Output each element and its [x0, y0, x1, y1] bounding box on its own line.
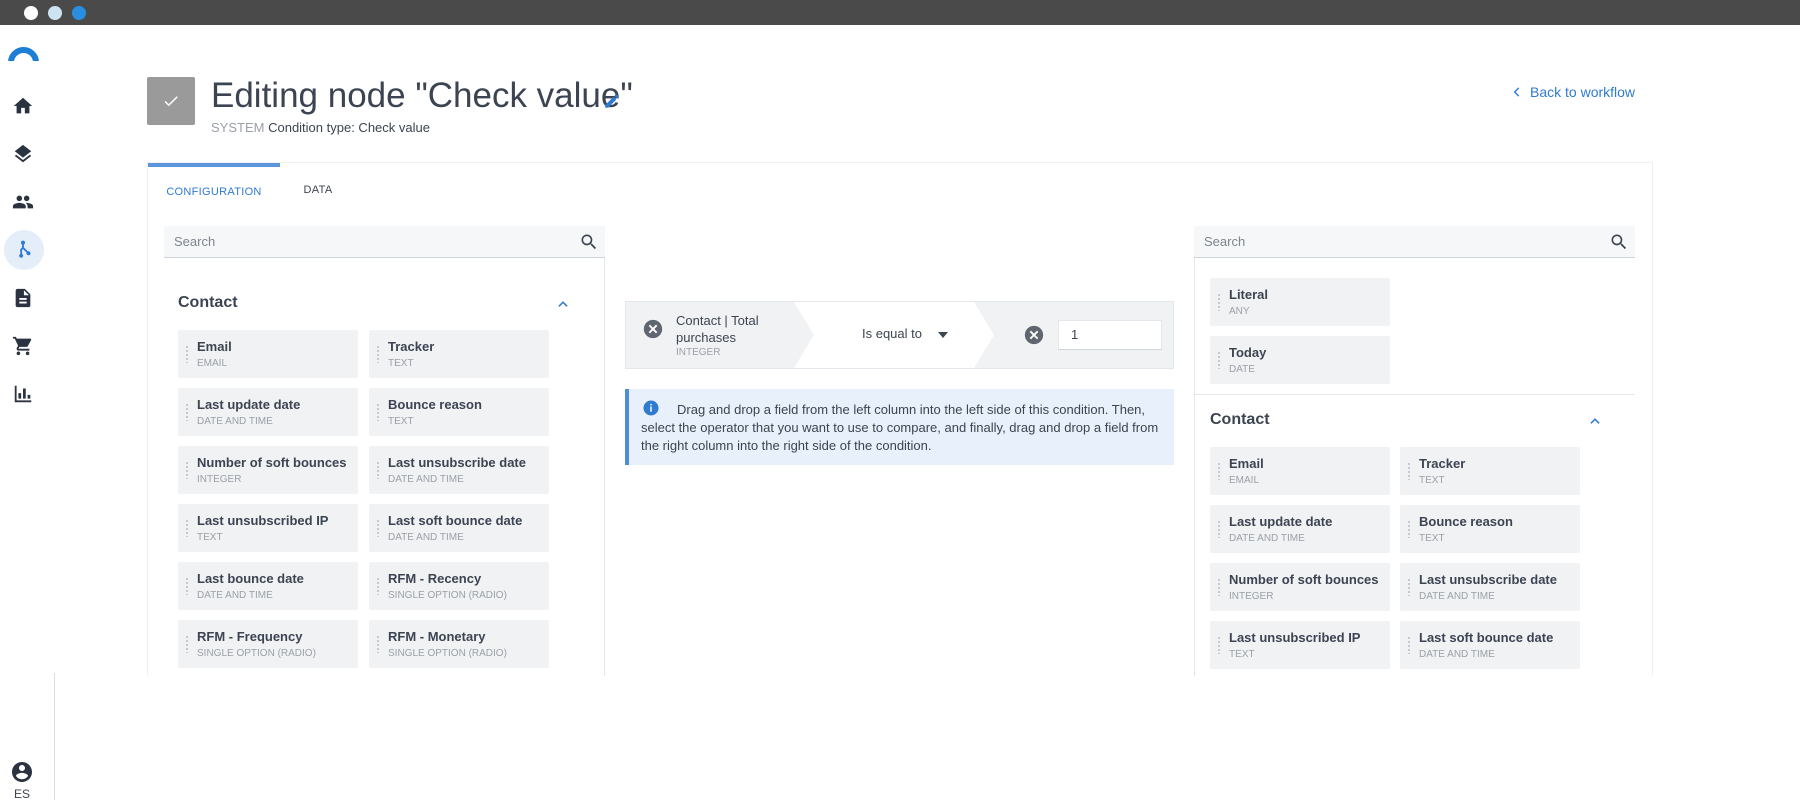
user-menu[interactable]: ES — [9, 760, 35, 801]
layers-icon — [14, 144, 32, 163]
field-card-today[interactable]: Today DATE — [1210, 336, 1390, 384]
user-icon — [12, 762, 32, 782]
right-search-input[interactable] — [1194, 226, 1635, 257]
left-section-title: Contact — [178, 294, 238, 311]
condition-row: Contact | Total purchases INTEGER Is equ… — [625, 301, 1174, 369]
node-subtitle: SYSTEM Condition type: Check value — [211, 120, 430, 135]
window-minimize-dot[interactable] — [48, 6, 62, 20]
search-icon[interactable] — [579, 232, 599, 252]
workflow-icon — [19, 240, 31, 258]
clear-icon[interactable] — [642, 318, 664, 340]
field-card[interactable]: Last unsubscribed IP TEXT — [178, 504, 358, 552]
tab-data[interactable]: DATA — [280, 163, 356, 217]
field-card[interactable]: RFM - Recency SINGLE OPTION (RADIO) — [369, 562, 549, 610]
system-label: SYSTEM — [211, 120, 265, 135]
back-link-label: Back to workflow — [1530, 84, 1636, 100]
field-card[interactable]: Number of soft bounces INTEGER — [178, 446, 358, 494]
field-card[interactable]: Bounce reason TEXT — [369, 388, 549, 436]
field-card[interactable]: Tracker TEXT — [1400, 447, 1580, 495]
field-card[interactable]: Last bounce date DATE AND TIME — [178, 562, 358, 610]
field-card[interactable]: Last unsubscribe date DATE AND TIME — [1400, 563, 1580, 611]
people-icon — [12, 195, 34, 209]
nav-reports[interactable] — [0, 372, 46, 416]
home-icon — [13, 97, 33, 114]
field-card[interactable]: Email EMAIL — [178, 330, 358, 378]
nav-contacts[interactable] — [0, 180, 46, 224]
window-close-dot[interactable] — [24, 6, 38, 20]
field-card[interactable]: Number of soft bounces INTEGER — [1210, 563, 1390, 611]
node-type-badge — [147, 77, 195, 125]
info-banner: Drag and drop a field from the left colu… — [625, 389, 1174, 465]
clear-icon[interactable] — [1023, 324, 1045, 346]
field-card[interactable]: Last unsubscribed IP TEXT — [1210, 621, 1390, 669]
field-card[interactable]: RFM - Frequency SINGLE OPTION (RADIO) — [178, 620, 358, 668]
field-card[interactable]: Last soft bounce date DATE AND TIME — [369, 504, 549, 552]
field-card[interactable]: Tracker TEXT — [369, 330, 549, 378]
condition-left-type: INTEGER — [676, 347, 721, 358]
info-text: Drag and drop a field from the left colu… — [641, 402, 1159, 453]
left-search-input[interactable] — [164, 226, 605, 257]
window-titlebar — [0, 0, 1800, 25]
nav-cart[interactable] — [0, 324, 46, 368]
cart-icon — [12, 336, 32, 356]
field-card[interactable]: Last update date DATE AND TIME — [1210, 505, 1390, 553]
nav-layers[interactable] — [0, 132, 46, 176]
back-to-workflow-link[interactable]: Back to workflow — [1510, 84, 1635, 100]
search-icon[interactable] — [1609, 232, 1629, 252]
app-logo[interactable] — [8, 47, 39, 61]
chart-icon — [14, 385, 32, 403]
chevron-up-icon[interactable] — [556, 297, 570, 311]
sidebar-divider — [54, 673, 55, 800]
field-card-literal[interactable]: Literal ANY — [1210, 278, 1390, 326]
operator-select[interactable]: Is equal to — [862, 326, 922, 341]
chevron-left-icon — [1513, 87, 1520, 97]
chevron-up-icon[interactable] — [1588, 414, 1602, 428]
field-card[interactable]: Bounce reason TEXT — [1400, 505, 1580, 553]
right-search — [1194, 226, 1635, 258]
nav-documents[interactable] — [0, 276, 46, 320]
field-card[interactable]: Last soft bounce date DATE AND TIME — [1400, 621, 1580, 669]
sidebar: ES — [0, 25, 55, 801]
right-section-title: Contact — [1210, 411, 1270, 428]
condition-left-field[interactable]: Contact | Total purchases — [676, 312, 786, 346]
page-title: Editing node "Check value" — [211, 76, 633, 115]
condition-type-label: Condition type: Check value — [268, 120, 430, 135]
nav-workflows[interactable] — [0, 228, 46, 272]
left-search — [164, 226, 605, 258]
window-maximize-dot[interactable] — [72, 6, 86, 20]
nav-home[interactable] — [0, 84, 46, 128]
field-card[interactable]: Last unsubscribe date DATE AND TIME — [369, 446, 549, 494]
pencil-icon[interactable] — [603, 92, 621, 110]
check-icon — [164, 96, 178, 107]
tab-configuration[interactable]: CONFIGURATION — [148, 163, 280, 217]
field-card[interactable]: Email EMAIL — [1210, 447, 1390, 495]
field-card[interactable]: RFM - Monetary SINGLE OPTION (RADIO) — [369, 620, 549, 668]
right-section-divider — [1194, 394, 1635, 395]
field-card[interactable]: Last update date DATE AND TIME — [178, 388, 358, 436]
caret-down-icon[interactable] — [938, 332, 948, 338]
language-label: ES — [13, 787, 30, 801]
condition-right-value-input[interactable]: 1 — [1058, 320, 1162, 350]
document-icon — [15, 288, 31, 308]
